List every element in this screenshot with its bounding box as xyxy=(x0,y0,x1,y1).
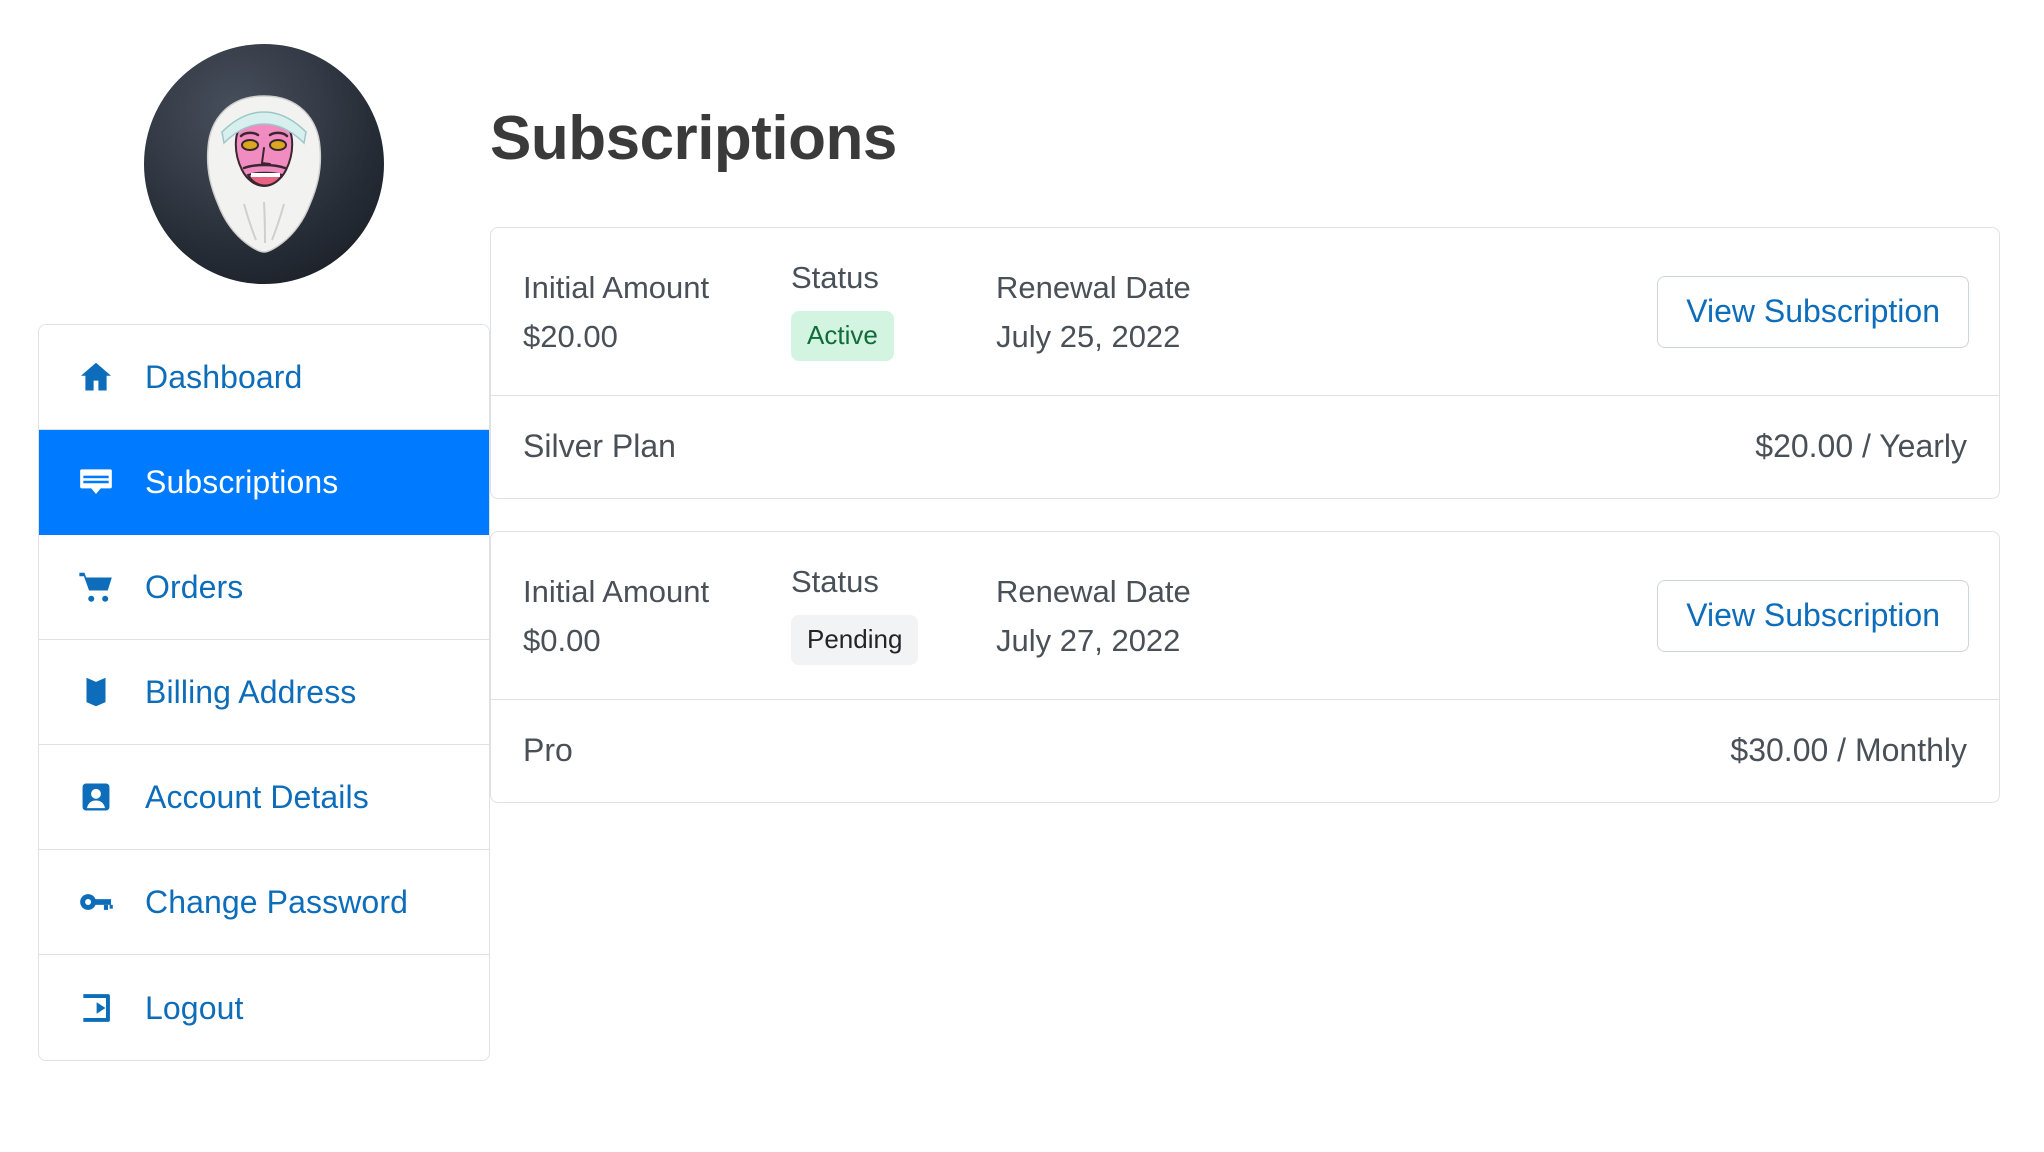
account-sidebar: Dashboard Subscriptions Orders Billing A… xyxy=(0,0,490,1061)
renewal-date-field: Renewal Date July 25, 2022 xyxy=(996,272,1657,352)
person-icon xyxy=(77,778,123,816)
subscription-card: Initial Amount $20.00 Status Active Rene… xyxy=(490,227,2000,499)
sidebar-item-label: Subscriptions xyxy=(145,464,339,500)
sidebar-nav: Dashboard Subscriptions Orders Billing A… xyxy=(38,324,490,1061)
page-title: Subscriptions xyxy=(490,104,897,173)
sidebar-item-account-details[interactable]: Account Details xyxy=(39,745,489,850)
sidebar-item-label: Change Password xyxy=(145,884,408,920)
status-field: Status Active xyxy=(791,262,996,361)
map-icon xyxy=(77,673,123,711)
cart-icon xyxy=(77,568,123,606)
avatar-face-illustration xyxy=(206,95,322,253)
status-badge: Active xyxy=(791,311,894,361)
subscription-icon xyxy=(77,463,123,501)
initial-amount-value: $0.00 xyxy=(523,622,601,658)
initial-amount-field: Initial Amount $20.00 xyxy=(523,272,791,352)
sidebar-item-logout[interactable]: Logout xyxy=(39,955,489,1060)
sidebar-item-dashboard[interactable]: Dashboard xyxy=(39,325,489,430)
initial-amount-label: Initial Amount xyxy=(523,573,710,609)
avatar-container xyxy=(38,44,490,284)
plan-price: $30.00 / Monthly xyxy=(1730,732,1967,768)
home-icon xyxy=(77,358,123,396)
sidebar-item-billing-address[interactable]: Billing Address xyxy=(39,640,489,745)
status-badge: Pending xyxy=(791,615,919,665)
initial-amount-label: Initial Amount xyxy=(523,269,710,305)
renewal-date-field: Renewal Date July 27, 2022 xyxy=(996,576,1657,656)
plan-row: Silver Plan $20.00 / Yearly xyxy=(491,395,1999,498)
renewal-date-label: Renewal Date xyxy=(996,573,1191,609)
sidebar-item-orders[interactable]: Orders xyxy=(39,535,489,640)
sidebar-item-label: Account Details xyxy=(145,779,369,815)
initial-amount-field: Initial Amount $0.00 xyxy=(523,576,791,656)
status-field: Status Pending xyxy=(791,566,996,665)
key-icon xyxy=(77,883,123,921)
sidebar-item-subscriptions[interactable]: Subscriptions xyxy=(39,430,489,535)
subscription-card: Initial Amount $0.00 Status Pending Rene… xyxy=(490,531,2000,803)
avatar xyxy=(144,44,384,284)
main-content: Subscriptions Initial Amount $20.00 Stat… xyxy=(490,0,2044,835)
renewal-date-value: July 27, 2022 xyxy=(996,622,1181,658)
plan-price: $20.00 / Yearly xyxy=(1755,428,1967,464)
sidebar-item-change-password[interactable]: Change Password xyxy=(39,850,489,955)
subscription-summary-row: Initial Amount $0.00 Status Pending Rene… xyxy=(491,532,1999,699)
initial-amount-value: $20.00 xyxy=(523,318,618,354)
sidebar-item-label: Billing Address xyxy=(145,674,357,710)
logout-icon xyxy=(77,989,123,1027)
subscription-summary-row: Initial Amount $20.00 Status Active Rene… xyxy=(491,228,1999,395)
view-subscription-button[interactable]: View Subscription xyxy=(1657,579,1969,652)
sidebar-item-label: Orders xyxy=(145,569,244,605)
renewal-date-value: July 25, 2022 xyxy=(996,318,1181,354)
plan-row: Pro $30.00 / Monthly xyxy=(491,699,1999,802)
plan-name: Silver Plan xyxy=(523,428,676,464)
view-subscription-button[interactable]: View Subscription xyxy=(1657,275,1969,348)
status-label: Status xyxy=(791,260,879,295)
account-page: Dashboard Subscriptions Orders Billing A… xyxy=(0,0,2044,1152)
renewal-date-label: Renewal Date xyxy=(996,269,1191,305)
status-label: Status xyxy=(791,564,879,599)
sidebar-item-label: Logout xyxy=(145,989,244,1026)
plan-name: Pro xyxy=(523,732,573,768)
sidebar-item-label: Dashboard xyxy=(145,359,303,395)
